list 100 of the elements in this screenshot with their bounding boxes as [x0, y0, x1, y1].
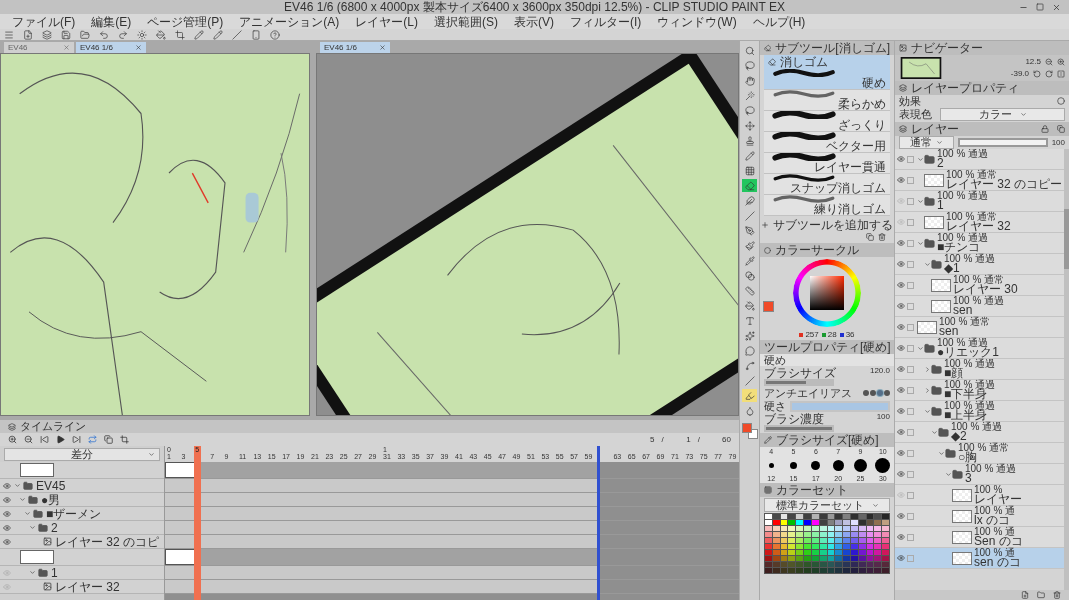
- layer-info: 100 % 通常: [946, 212, 998, 221]
- layer-info: 100 % 通常: [939, 317, 991, 326]
- layer-row[interactable]: 100 % 通過 1: [895, 191, 1064, 212]
- menu-item[interactable]: 選択範囲(S): [434, 15, 498, 28]
- panel-title: カラーサークル: [775, 244, 859, 256]
- menu-item[interactable]: アニメーション(A): [239, 15, 340, 28]
- canvas-tab[interactable]: EV46 1/6: [76, 42, 146, 53]
- layer-name: 2: [937, 158, 944, 169]
- sub-tool-item[interactable]: ベクター用: [764, 132, 890, 153]
- sub-tool-item[interactable]: ざっくり: [764, 111, 890, 132]
- menu-item[interactable]: ウィンドウ(W): [657, 15, 737, 28]
- frame-counter: 1: [685, 435, 691, 444]
- layer-row[interactable]: 100 % 通過 ■上半身: [895, 401, 1064, 422]
- rotation-value: -39.0: [1010, 70, 1029, 78]
- layer-row[interactable]: 100 % 通常 ○胸: [895, 443, 1064, 464]
- sub-tool-item[interactable]: スナップ消しゴム: [764, 174, 890, 195]
- blend-mode-dropdown[interactable]: 通常: [899, 136, 954, 149]
- menu-item[interactable]: ファイル(F): [12, 15, 76, 28]
- layer-name: レイヤー: [974, 494, 1022, 505]
- layer-info: 100 % 通過: [944, 254, 996, 263]
- layer-row[interactable]: 100 % 通 sen のコ: [895, 548, 1064, 569]
- sub-tool-name: スナップ消しゴム: [790, 182, 887, 194]
- layer-name: lx のコ: [974, 515, 1010, 526]
- window-title: EV46 1/6 (6800 x 4000px 製本サイズ6400 x 3600px 350dpi 12.5%) - CLIP STUDIO PAINT EX: [284, 1, 785, 13]
- layer-row[interactable]: 100 % レイヤー: [895, 485, 1064, 506]
- layer-name: レイヤー 30: [953, 284, 1018, 295]
- layer-row[interactable]: 100 % 通過 ■下半身: [895, 380, 1064, 401]
- sub-tool-item[interactable]: 柔らかめ: [764, 90, 890, 111]
- menu-item[interactable]: 表示(V): [514, 15, 554, 28]
- layer-row[interactable]: 100 % 通過 ●リエック1: [895, 338, 1064, 359]
- layer-info: 100 % 通常: [946, 170, 998, 179]
- layer-row[interactable]: 100 % 通 lx のコ: [895, 506, 1064, 527]
- layer-name: Sen のコ: [974, 536, 1023, 547]
- add-sub-tool-button[interactable]: サブツールを追加する: [760, 216, 894, 233]
- property-label: ブラシサイズ: [764, 367, 836, 379]
- layer-row[interactable]: 100 % 通常 sen: [895, 317, 1064, 338]
- track-name: 1: [51, 566, 58, 579]
- sub-tool-item[interactable]: レイヤー貫通: [764, 153, 890, 174]
- layer-info: 100 % 通過: [965, 464, 1017, 473]
- layer-row[interactable]: 100 % 通過 3: [895, 464, 1064, 485]
- layer-info: 100 % 通過: [937, 191, 989, 200]
- property-value: 120.0: [869, 367, 890, 377]
- menu-item[interactable]: ページ管理(P): [147, 15, 224, 28]
- tool-group-name: 消しゴム: [780, 56, 828, 68]
- canvas-tab[interactable]: EV46 1/6: [320, 42, 390, 53]
- sub-tool-name: ざっくり: [838, 119, 887, 131]
- layer-info: 100 % 通過: [937, 338, 989, 347]
- sub-tool-item[interactable]: 硬め: [764, 69, 890, 90]
- sub-tool-name: 硬め: [862, 77, 887, 89]
- layer-row[interactable]: 100 % 通過 sen: [895, 296, 1064, 317]
- layer-name: ●リエック1: [937, 347, 999, 358]
- panel-title: タイムライン: [20, 421, 86, 432]
- track-filter-dropdown[interactable]: 差分: [4, 447, 160, 461]
- color-mode-dropdown[interactable]: カラー: [940, 108, 1065, 121]
- property-label: 硬さ: [764, 400, 786, 412]
- layer-info: 100 % 通過: [937, 149, 989, 158]
- menu-item[interactable]: 編集(E): [91, 15, 132, 28]
- layer-info: 100 % 通過: [944, 380, 996, 389]
- layer-info: 100 %: [974, 485, 1003, 494]
- channel-value: 36: [845, 330, 855, 339]
- color-set-dropdown[interactable]: 標準カラーセット: [764, 498, 890, 512]
- sub-tool-name: 柔らかめ: [838, 98, 887, 110]
- menu-item[interactable]: ヘルプ(H): [752, 15, 806, 28]
- layer-name: 1: [937, 200, 944, 211]
- panel-title: レイヤー: [911, 123, 959, 135]
- layer-name: ■下半身: [944, 389, 988, 400]
- layer-info: 100 % 通: [974, 527, 1017, 536]
- menu-item[interactable]: レイヤー(L): [355, 15, 418, 28]
- property-label: ブラシ濃度: [764, 413, 824, 425]
- panel-title: ナビゲーター: [911, 42, 983, 54]
- track-name: ■ザーメン: [46, 507, 102, 520]
- canvas-tab[interactable]: EV46: [4, 42, 74, 53]
- opacity-value: 100: [1051, 138, 1065, 147]
- layer-row[interactable]: 100 % 通常 レイヤー 30: [895, 275, 1064, 296]
- channel-value: 257: [805, 330, 819, 339]
- layer-name: sen: [953, 305, 973, 316]
- layer-name: ■顔: [944, 368, 964, 379]
- layer-name: sen のコ: [974, 557, 1021, 568]
- layer-row[interactable]: 100 % 通過 ■顔: [895, 359, 1064, 380]
- layer-row[interactable]: 100 % 通過 2: [895, 149, 1064, 170]
- layer-info: 100 % 通: [974, 506, 1016, 515]
- property-label: 表現色: [899, 109, 932, 120]
- frame-counter: 60: [721, 435, 731, 444]
- layer-name: ◆1: [944, 263, 961, 274]
- zoom-value: 12.5: [1025, 58, 1041, 66]
- layer-row[interactable]: 100 % 通過 ■チンコ: [895, 233, 1064, 254]
- layer-row[interactable]: 100 % 通過 ◆2: [895, 422, 1064, 443]
- layer-info: 100 % 通過: [944, 401, 996, 410]
- sub-tool-item[interactable]: 練り消しゴム: [764, 195, 890, 216]
- layer-info: 100 % 通常: [958, 443, 1010, 452]
- layer-info: 100 % 通過: [937, 233, 989, 242]
- sub-tool-name: 練り消しゴム: [814, 203, 887, 215]
- panel-title: ツールプロパティ[硬め]: [764, 341, 891, 353]
- layer-row[interactable]: 100 % 通常 レイヤー 32: [895, 212, 1064, 233]
- layer-row[interactable]: 100 % 通過 ◆1: [895, 254, 1064, 275]
- menu-item[interactable]: フィルター(I): [570, 15, 642, 28]
- layer-row[interactable]: 100 % 通常 レイヤー 32 のコピー: [895, 170, 1064, 191]
- layer-name: ■チンコ: [937, 242, 981, 253]
- layer-name: ◆2: [951, 431, 968, 442]
- layer-row[interactable]: 100 % 通 Sen のコ: [895, 527, 1064, 548]
